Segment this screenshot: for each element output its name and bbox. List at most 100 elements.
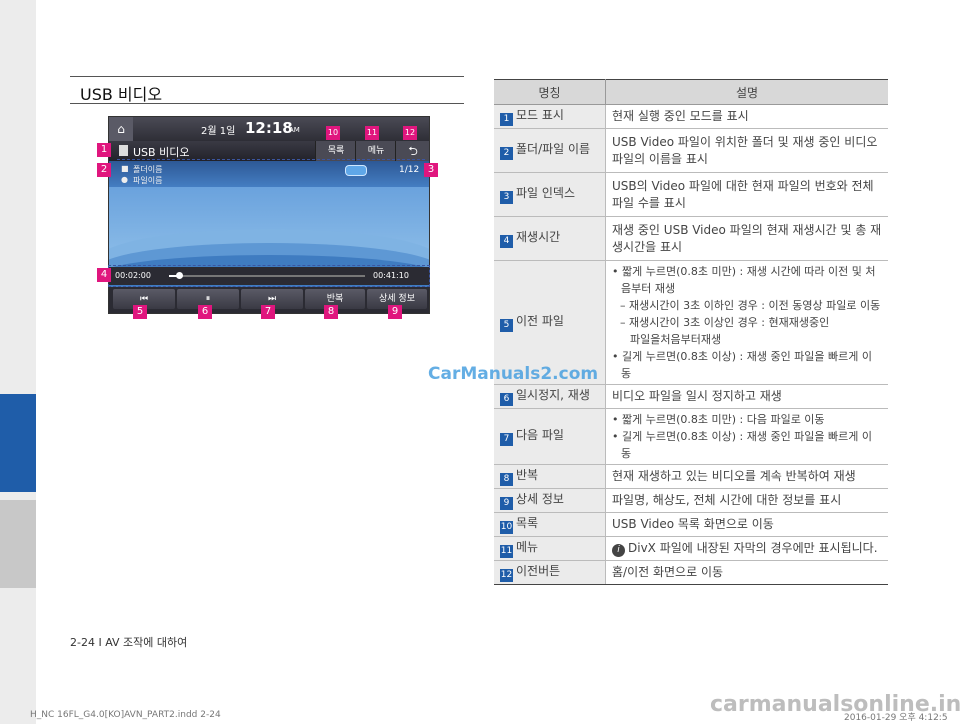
row-desc: 파일명, 해상도, 전체 시간에 대한 정보를 표시 (605, 488, 888, 513)
clock-ampm: AM (289, 126, 300, 134)
row-desc: 홈/이전 화면으로 이동 (605, 560, 888, 585)
row-name: 파일 인덱스 (516, 186, 576, 200)
row-desc: DivX 파일에 내장된 자막의 경우에만 표시됩니다. (628, 541, 878, 555)
row-desc: 재생 중인 USB Video 파일의 현재 재생시간 및 총 재생시간을 표시 (605, 216, 888, 261)
callout-11: 11 (365, 126, 379, 140)
row-name: 폴더/파일 이름 (516, 142, 591, 156)
row-name: 일시정지, 재생 (516, 388, 590, 402)
folder-name: 폴더이름 (133, 165, 163, 174)
file-info: ■ 폴더이름 ● 파일이름 (109, 161, 429, 187)
table-row: 12 이전버튼 홈/이전 화면으로 이동 (494, 560, 888, 585)
bullet: • 길게 누르면(0.8초 이상) : 재생 중인 파일을 빠르게 이동 (612, 350, 873, 380)
row-number: 5 (500, 319, 513, 332)
side-margin (0, 0, 36, 724)
row-number: 10 (500, 521, 513, 534)
clock-time: 12:18 (245, 119, 293, 137)
back-button[interactable]: ⮌ (395, 141, 429, 161)
row-name: 다음 파일 (516, 428, 564, 442)
table-row: 7 다음 파일 • 짧게 누르면(0.8초 미만) : 다음 파일로 이동 • 길… (494, 408, 888, 465)
clock-date: 2월 1일 (201, 126, 236, 137)
table-row: 11 메뉴 i DivX 파일에 내장된 자막의 경우에만 표시됩니다. (494, 536, 888, 561)
row-desc: 현재 실행 중인 모드를 표시 (605, 104, 888, 129)
table-row: 9 상세 정보 파일명, 해상도, 전체 시간에 대한 정보를 표시 (494, 488, 888, 513)
print-slug-date: 2016-01-29 오후 4:12:5 (844, 713, 948, 723)
chapter-tab-active (0, 394, 36, 492)
row-name: 이전 파일 (516, 314, 564, 328)
table-row: 6 일시정지, 재생 비디오 파일을 일시 정지하고 재생 (494, 384, 888, 409)
mode-title: USB 비디오 (133, 146, 190, 159)
row-desc: USB의 Video 파일에 대한 현재 파일의 번호와 전체 파일 수를 표시 (605, 172, 888, 217)
callout-8: 8 (324, 305, 338, 319)
row-desc: USB Video 파일이 위치한 폴더 및 재생 중인 비디오 파일의 이름을… (605, 128, 888, 173)
row-desc-list: • 짧게 누르면(0.8초 미만) : 재생 시간에 따라 이전 및 처음부터 … (605, 260, 888, 385)
callout-6: 6 (198, 305, 212, 319)
callout-10: 10 (326, 126, 340, 140)
callout-5: 5 (133, 305, 147, 319)
file-index: 1/12 (399, 165, 420, 175)
callout-1: 1 (97, 143, 111, 157)
row-name: 재생시간 (516, 230, 561, 244)
table-header: 명칭 설명 (494, 79, 888, 105)
header-desc: 설명 (605, 79, 888, 105)
row-name: 이전버튼 (516, 564, 561, 578)
page-footer: 2-24 I AV 조작에 대하여 (70, 636, 188, 649)
file-icon: ● (121, 175, 128, 184)
row-name-cell: 9 상세 정보 (494, 488, 606, 513)
info-icon: i (612, 544, 625, 557)
print-slug: H_NC 16FL_G4.0[KO]AVN_PART2.indd 2-24 (30, 710, 221, 720)
menu-button[interactable]: 메뉴 (355, 141, 396, 161)
row-name: 메뉴 (516, 540, 539, 554)
callout-4: 4 (97, 268, 111, 282)
subtitle-icon (345, 165, 367, 176)
home-icon[interactable]: ⌂ (109, 117, 133, 141)
chapter-tab (0, 500, 36, 588)
row-desc-cell: i DivX 파일에 내장된 자막의 경우에만 표시됩니다. (605, 536, 888, 561)
row-name-cell: 11 메뉴 (494, 536, 606, 561)
row-name-cell: 12 이전버튼 (494, 560, 606, 585)
folder-icon: ■ (121, 164, 129, 173)
sub-bullet: – 재생시간이 3초 이상인 경우 : 현재재생중인 (620, 316, 830, 329)
header-name: 명칭 (494, 79, 606, 105)
row-number: 9 (500, 497, 513, 510)
row-number: 7 (500, 433, 513, 446)
status-bar: ⌂ 2월 1일 12:18 AM (109, 117, 429, 141)
callout-12: 12 (403, 126, 417, 140)
row-number: 6 (500, 393, 513, 406)
page-title: USB 비디오 (70, 76, 464, 104)
table-row: 1 모드 표시 현재 실행 중인 모드를 표시 (494, 104, 888, 129)
row-number: 2 (500, 147, 513, 160)
callout-2: 2 (97, 163, 111, 177)
row-desc: 비디오 파일을 일시 정지하고 재생 (605, 384, 888, 409)
callout-9: 9 (388, 305, 402, 319)
row-name-cell: 3 파일 인덱스 (494, 172, 606, 217)
row-name: 목록 (516, 516, 539, 530)
row-number: 3 (500, 191, 513, 204)
table-row: 4 재생시간 재생 중인 USB Video 파일의 현재 재생시간 및 총 재생… (494, 216, 888, 261)
callout-7: 7 (261, 305, 275, 319)
list-button[interactable]: 목록 (315, 141, 356, 161)
bullet: • 길게 누르면(0.8초 이상) : 재생 중인 파일을 빠르게 이동 (612, 430, 873, 460)
row-name: 모드 표시 (516, 108, 564, 122)
page-title-text: USB 비디오 (80, 85, 163, 104)
row-number: 4 (500, 235, 513, 248)
file-name: 파일이름 (133, 176, 163, 185)
bullet: • 짧게 누르면(0.8초 미만) : 재생 시간에 따라 이전 및 처음부터 … (612, 265, 876, 295)
row-name-cell: 7 다음 파일 (494, 408, 606, 465)
sub-bullet: – 재생시간이 3초 이하인 경우 : 이전 동영상 파일로 이동 (620, 299, 881, 312)
callout-3: 3 (424, 163, 438, 177)
row-name-cell: 4 재생시간 (494, 216, 606, 261)
table-row: 3 파일 인덱스 USB의 Video 파일에 대한 현재 파일의 번호와 전체 … (494, 172, 888, 217)
callout-guide (117, 159, 425, 160)
table-row: 10 목록 USB Video 목록 화면으로 이동 (494, 512, 888, 537)
row-name-cell: 1 모드 표시 (494, 104, 606, 129)
bullet: • 짧게 누르면(0.8초 미만) : 다음 파일로 이동 (612, 413, 825, 426)
row-name-cell: 2 폴더/파일 이름 (494, 128, 606, 173)
callout-guide (108, 265, 430, 287)
sub-bullet-cont: 파일을처음부터재생 (630, 333, 722, 346)
usb-icon (119, 145, 128, 156)
table-row: 8 반복 현재 재생하고 있는 비디오를 계속 반복하여 재생 (494, 464, 888, 489)
row-desc: USB Video 목록 화면으로 이동 (605, 512, 888, 537)
row-name-cell: 8 반복 (494, 464, 606, 489)
row-name-cell: 6 일시정지, 재생 (494, 384, 606, 409)
row-number: 1 (500, 113, 513, 126)
